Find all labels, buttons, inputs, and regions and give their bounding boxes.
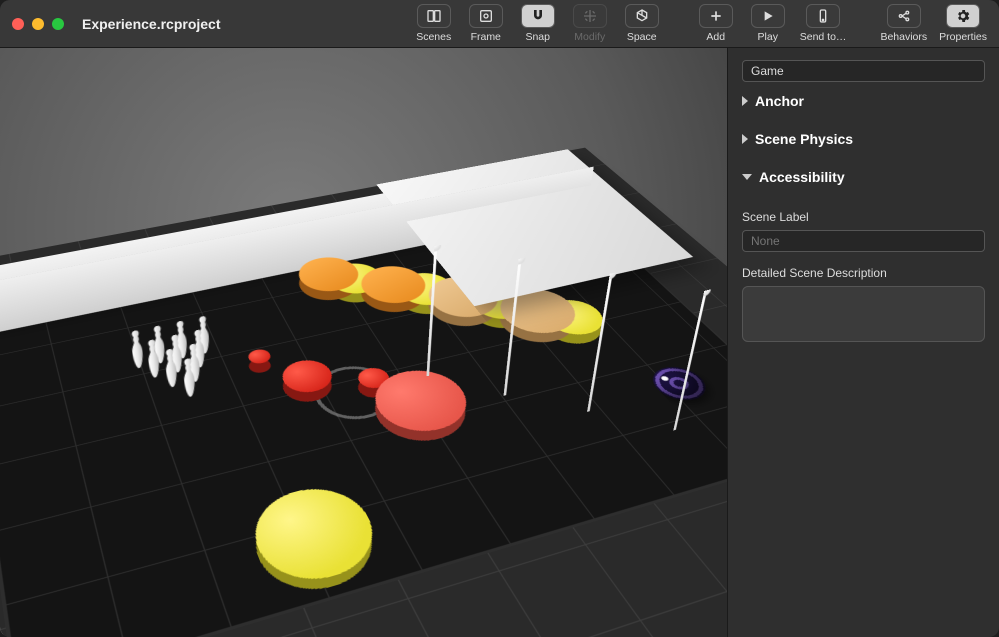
snap-button[interactable]: Snap: [518, 4, 558, 43]
properties-button[interactable]: Properties: [939, 4, 987, 43]
device-icon: [806, 4, 840, 28]
toolbar-label: Behaviors: [880, 31, 927, 43]
toolbar-label: Play: [758, 31, 778, 43]
toolbar-label: Scenes: [416, 31, 451, 43]
section-title: Accessibility: [759, 169, 845, 185]
modify-button: Modify: [570, 4, 610, 43]
play-button[interactable]: Play: [748, 4, 788, 43]
scene-label-input[interactable]: [742, 230, 985, 252]
toolbar-label: Frame: [471, 31, 501, 43]
inspector-panel: Anchor Scene Physics Accessibility Scene…: [727, 48, 999, 637]
plus-icon: [699, 4, 733, 28]
scene-physics-section-header[interactable]: Scene Physics: [742, 120, 985, 158]
toolbar: Scenes Frame Snap Modify: [414, 0, 987, 47]
scenes-button[interactable]: Scenes: [414, 4, 454, 43]
app-window: Experience.rcproject Scenes Frame Snap: [0, 0, 999, 637]
send-to-button[interactable]: Send to…: [800, 4, 847, 43]
detailed-description-textarea[interactable]: [742, 286, 985, 342]
toolbar-label: Add: [706, 31, 725, 43]
frame-button[interactable]: Frame: [466, 4, 506, 43]
document-title: Experience.rcproject: [82, 16, 221, 32]
3d-viewport[interactable]: [0, 48, 727, 637]
toolbar-label: Send to…: [800, 31, 847, 43]
detailed-description-heading: Detailed Scene Description: [742, 266, 985, 280]
window-controls: [12, 18, 64, 30]
play-icon: [751, 4, 785, 28]
chevron-down-icon: [742, 174, 752, 180]
gear-icon: [946, 4, 980, 28]
accessibility-section-header[interactable]: Accessibility: [742, 158, 985, 196]
toolbar-label: Space: [627, 31, 657, 43]
scene-name-input[interactable]: [742, 60, 985, 82]
space-button[interactable]: Space: [622, 4, 662, 43]
scenes-icon: [417, 4, 451, 28]
scene-label-heading: Scene Label: [742, 210, 985, 224]
section-title: Anchor: [755, 93, 804, 109]
titlebar: Experience.rcproject Scenes Frame Snap: [0, 0, 999, 48]
behaviors-button[interactable]: Behaviors: [880, 4, 927, 43]
frame-icon: [469, 4, 503, 28]
add-button[interactable]: Add: [696, 4, 736, 43]
bowling-pin[interactable]: [177, 356, 201, 399]
magnet-icon: [521, 4, 555, 28]
space-icon: [625, 4, 659, 28]
section-title: Scene Physics: [755, 131, 853, 147]
scene-board: [0, 190, 727, 637]
anchor-section-header[interactable]: Anchor: [742, 82, 985, 120]
modify-icon: [573, 4, 607, 28]
close-window-button[interactable]: [12, 18, 24, 30]
chevron-right-icon: [742, 96, 748, 106]
minimize-window-button[interactable]: [32, 18, 44, 30]
toolbar-label: Snap: [525, 31, 550, 43]
chevron-right-icon: [742, 134, 748, 144]
toolbar-label: Modify: [574, 31, 605, 43]
content-area: Anchor Scene Physics Accessibility Scene…: [0, 48, 999, 637]
behaviors-icon: [887, 4, 921, 28]
toolbar-label: Properties: [939, 31, 987, 43]
zoom-window-button[interactable]: [52, 18, 64, 30]
